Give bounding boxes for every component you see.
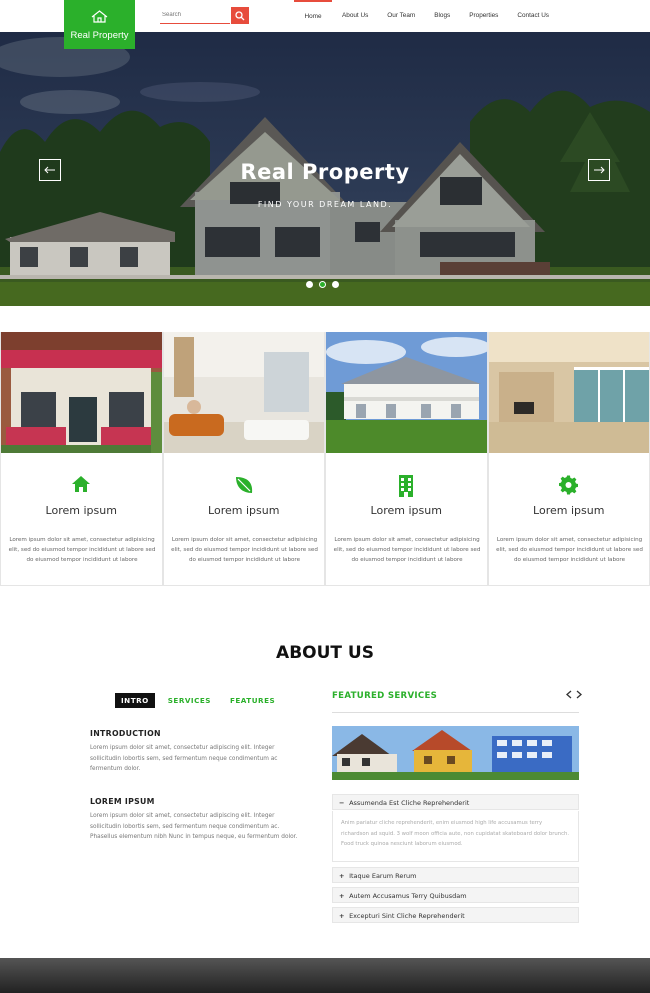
featured-carousel-nav bbox=[566, 689, 582, 702]
feature-text: Lorem ipsum dolor sit amet, consectetur … bbox=[496, 537, 643, 563]
leaf-icon bbox=[235, 477, 252, 493]
lorem-heading: LOREM IPSUM bbox=[90, 797, 155, 806]
search-button[interactable] bbox=[231, 7, 249, 24]
nav-properties[interactable]: Properties bbox=[469, 0, 498, 32]
about-title: ABOUT US bbox=[276, 643, 374, 663]
accordion-item-4[interactable]: + Excepturi Sint Cliche Reprehenderit bbox=[332, 907, 579, 923]
hero-title: Real Property bbox=[240, 160, 410, 184]
intro-heading: INTRODUCTION bbox=[90, 729, 161, 738]
hero-slider: Real Property FIND YOUR DREAM LAND. bbox=[0, 32, 650, 306]
features-row: Lorem ipsum Lorem ipsum dolor sit amet, … bbox=[0, 332, 650, 586]
arrow-left-icon bbox=[44, 166, 55, 174]
feature-photo-living-room bbox=[163, 332, 324, 453]
tab-services[interactable]: SERVICES bbox=[162, 693, 217, 708]
feature-card: Lorem ipsum Lorem ipsum dolor sit amet, … bbox=[0, 332, 163, 586]
slider-dot-3[interactable] bbox=[332, 281, 339, 288]
accordion-item-1[interactable]: − Assumenda Est Cliche Reprehenderit bbox=[332, 794, 579, 810]
accordion-label: Excepturi Sint Cliche Reprehenderit bbox=[349, 912, 465, 920]
slider-dot-1[interactable] bbox=[306, 281, 313, 288]
tab-intro[interactable]: INTRO bbox=[115, 693, 155, 708]
feature-title: Lorem ipsum bbox=[370, 504, 442, 517]
slider-prev-button[interactable] bbox=[39, 159, 61, 181]
featured-services-image bbox=[332, 726, 579, 780]
feature-title: Lorem ipsum bbox=[533, 504, 605, 517]
site-header: Real Property Home About Us Our Team Blo… bbox=[0, 0, 650, 49]
logo-text: Real Property bbox=[70, 30, 129, 41]
nav-home[interactable]: Home bbox=[294, 0, 332, 32]
intro-text: Lorem ipsum dolor sit amet, consectetur … bbox=[90, 745, 278, 773]
feature-photo-facade bbox=[1, 332, 162, 453]
accordion-label: Itaque Earum Rerum bbox=[349, 872, 417, 880]
feature-title: Lorem ipsum bbox=[45, 504, 117, 517]
nav-our-team[interactable]: Our Team bbox=[387, 0, 415, 32]
arrow-right-icon bbox=[594, 166, 605, 174]
nav-blogs[interactable]: Blogs bbox=[434, 0, 450, 32]
nav-about-us[interactable]: About Us bbox=[342, 0, 368, 32]
nav-contact-us[interactable]: Contact Us bbox=[517, 0, 549, 32]
accordion-label: Assumenda Est Cliche Reprehenderit bbox=[349, 799, 470, 807]
gear-icon bbox=[558, 475, 578, 495]
expand-icon: + bbox=[339, 892, 345, 900]
slider-next-button[interactable] bbox=[588, 159, 610, 181]
search-box bbox=[160, 7, 249, 24]
feature-text: Lorem ipsum dolor sit amet, consectetur … bbox=[8, 537, 156, 563]
lorem-text: Lorem ipsum dolor sit amet, consectetur … bbox=[90, 813, 298, 841]
feature-title: Lorem ipsum bbox=[208, 504, 280, 517]
tab-features[interactable]: FEATURES bbox=[224, 693, 281, 708]
slider-dots bbox=[306, 281, 339, 288]
home-logo-icon bbox=[91, 10, 108, 23]
building-icon bbox=[399, 475, 414, 497]
accordion-label: Autem Accusamus Terry Quibusdam bbox=[349, 892, 467, 900]
chevron-left-icon[interactable] bbox=[566, 690, 572, 699]
expand-icon: + bbox=[339, 912, 345, 920]
feature-photo-interior bbox=[488, 332, 649, 453]
feature-text: Lorem ipsum dolor sit amet, consectetur … bbox=[171, 537, 318, 563]
collapse-icon: − bbox=[339, 799, 345, 807]
feature-card: Lorem ipsum Lorem ipsum dolor sit amet, … bbox=[325, 332, 488, 586]
main-nav: Home About Us Our Team Blogs Properties … bbox=[294, 0, 549, 32]
accordion-item-2[interactable]: + Itaque Earum Rerum bbox=[332, 867, 579, 883]
site-logo[interactable]: Real Property bbox=[64, 0, 135, 49]
search-icon bbox=[235, 10, 245, 20]
home-icon bbox=[72, 476, 91, 492]
feature-text: Lorem ipsum dolor sit amet, consectetur … bbox=[333, 537, 481, 563]
about-tabs: INTRO SERVICES FEATURES bbox=[115, 693, 281, 708]
site-footer bbox=[0, 958, 650, 993]
divider bbox=[332, 712, 579, 713]
hero-subtitle: FIND YOUR DREAM LAND. bbox=[257, 200, 393, 209]
accordion-item-3[interactable]: + Autem Accusamus Terry Quibusdam bbox=[332, 887, 579, 903]
slider-dot-2[interactable] bbox=[319, 281, 326, 288]
chevron-right-icon[interactable] bbox=[576, 690, 582, 699]
expand-icon: + bbox=[339, 872, 345, 880]
feature-card: Lorem ipsum Lorem ipsum dolor sit amet, … bbox=[487, 332, 650, 586]
feature-photo-white-house bbox=[326, 332, 487, 453]
search-input[interactable] bbox=[160, 7, 230, 24]
featured-services-title: FEATURED SERVICES bbox=[332, 691, 438, 701]
accordion-body: Anim pariatur cliche reprehenderit, enim… bbox=[332, 811, 579, 862]
feature-card: Lorem ipsum Lorem ipsum dolor sit amet, … bbox=[162, 332, 325, 586]
